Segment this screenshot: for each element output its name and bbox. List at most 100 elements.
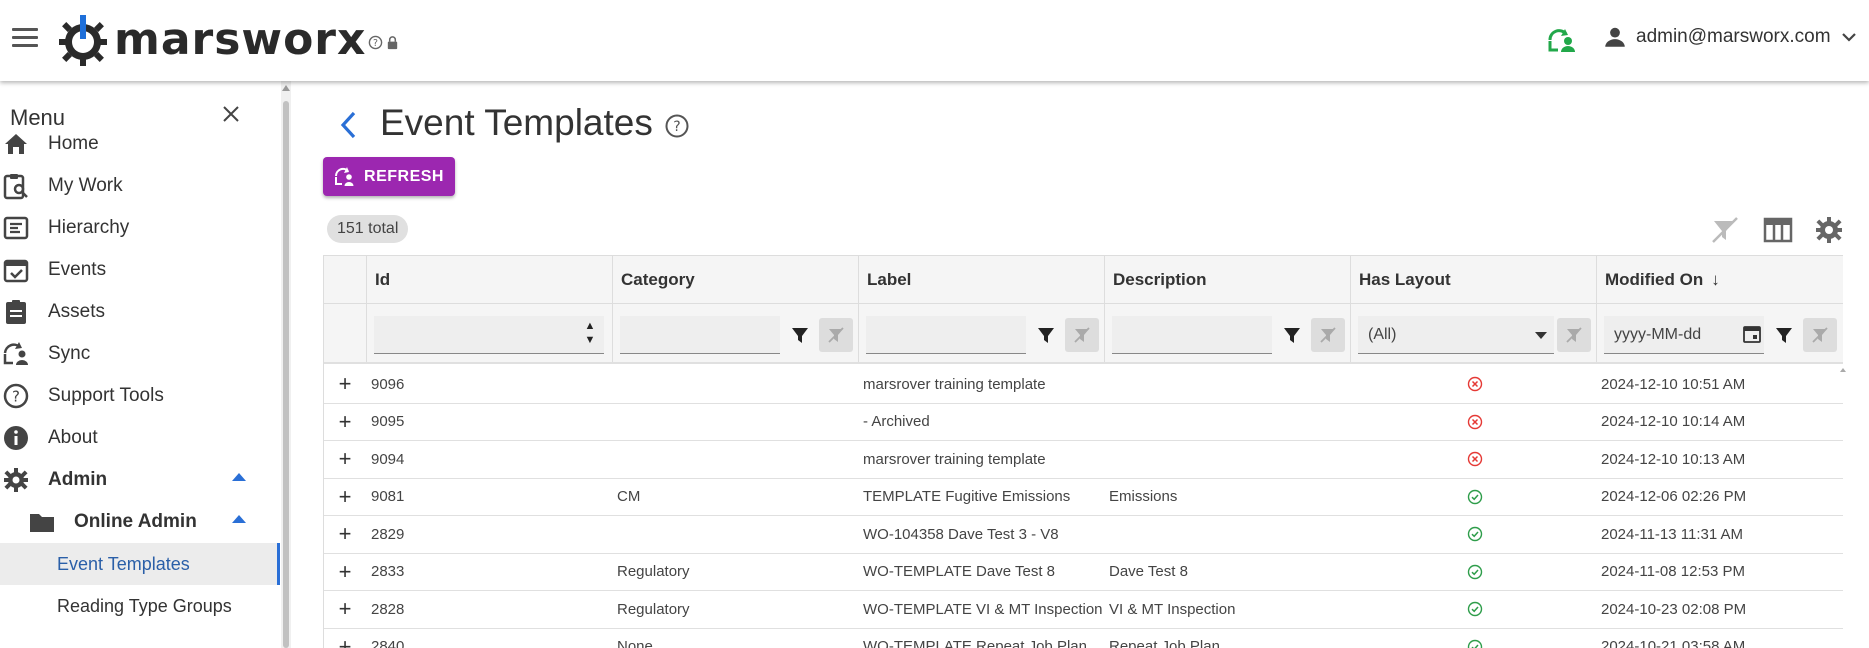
column-header-id[interactable]: Id — [367, 256, 613, 303]
column-header-modified-on[interactable]: Modified On ↓ — [1597, 256, 1843, 303]
sync-status-icon[interactable] — [1546, 26, 1578, 54]
expand-row-icon[interactable]: + — [328, 366, 362, 403]
expand-row-icon[interactable]: + — [328, 554, 362, 591]
chevron-down-icon — [1841, 33, 1856, 42]
expand-row-icon[interactable]: + — [328, 404, 362, 441]
clear-filter-icon[interactable] — [1803, 318, 1837, 352]
filter-icon[interactable] — [1767, 318, 1801, 352]
expand-row-icon[interactable]: + — [328, 516, 362, 553]
x-circle-icon — [1467, 414, 1483, 429]
columns-icon[interactable] — [1762, 214, 1794, 246]
close-icon[interactable] — [220, 103, 242, 125]
sidebar-item-hierarchy[interactable]: Hierarchy — [0, 207, 280, 249]
sidebar-item-support-tools[interactable]: ? Support Tools — [0, 375, 280, 417]
collapse-caret-icon[interactable] — [232, 515, 246, 523]
cell-id: 2829 — [371, 525, 405, 543]
expand-row-icon[interactable]: + — [328, 629, 362, 648]
column-header-label: Label — [867, 269, 912, 289]
column-header-description[interactable]: Description — [1105, 256, 1351, 303]
table-row[interactable]: +2829 WO-104358 Dave Test 3 - V8 2024-11-1… — [324, 516, 1843, 554]
user-menu[interactable]: admin@marsworx.com — [1602, 24, 1859, 50]
sidebar-item-label: Assets — [48, 301, 106, 322]
sort-desc-icon[interactable]: ↓ — [1711, 270, 1720, 290]
expand-row-icon[interactable]: + — [328, 591, 362, 628]
brand-logo[interactable]: marsworx ? — [56, 12, 400, 68]
cell-label: marsrover training template — [863, 375, 1046, 393]
clear-filter-icon[interactable] — [1065, 318, 1099, 352]
expand-filter-cell — [324, 304, 367, 362]
sidebar-scroll-thumb[interactable] — [283, 101, 289, 648]
sidebar-item-home[interactable]: Home — [0, 123, 280, 165]
sidebar-item-online-admin[interactable]: Online Admin — [0, 501, 280, 543]
table-row[interactable]: +2840 None WO-TEMPLATE Repeat Job Plan Repe… — [324, 629, 1843, 648]
svg-text:?: ? — [373, 37, 378, 48]
column-header-category[interactable]: Category — [613, 256, 859, 303]
back-arrow-icon[interactable] — [336, 108, 360, 142]
sidebar-item-admin[interactable]: Admin — [0, 459, 280, 501]
calendar-check-icon — [3, 259, 29, 283]
clear-filter-icon[interactable] — [819, 318, 853, 352]
top-bar: marsworx ? admin@marsworx.com — [0, 0, 1869, 81]
filter-icon[interactable] — [783, 318, 817, 352]
dropdown-arrow-icon[interactable] — [1535, 332, 1547, 339]
expand-row-icon[interactable]: + — [328, 479, 362, 516]
description-filter-input[interactable] — [1112, 316, 1272, 354]
clear-filters-icon[interactable] — [1709, 214, 1741, 246]
scroll-up-arrow-icon[interactable] — [282, 85, 290, 91]
sidebar-item-label: Support Tools — [48, 385, 164, 406]
x-circle-icon — [1467, 376, 1483, 392]
table-row[interactable]: +9095 - Archived 2024-12-10 10:14 AM — [324, 404, 1843, 441]
label-filter-input[interactable] — [866, 316, 1026, 354]
table-row[interactable]: +2828 Regulatory WO-TEMPLATE VI & MT Inspe… — [324, 591, 1843, 629]
filter-icon[interactable] — [1275, 318, 1309, 352]
expand-header-cell — [324, 256, 367, 303]
filter-icon[interactable] — [1029, 318, 1063, 352]
column-header-label: Id — [375, 269, 391, 289]
cell-modified: 2024-12-10 10:14 AM — [1601, 413, 1746, 431]
menu-icon[interactable] — [12, 28, 38, 48]
calendar-icon[interactable] — [1742, 324, 1762, 344]
refresh-button[interactable]: REFRESH — [323, 157, 455, 196]
category-filter-input[interactable] — [620, 316, 780, 354]
check-circle-icon — [1467, 489, 1483, 504]
date-filter-input[interactable]: yyyy-MM-dd — [1604, 316, 1764, 354]
column-header-has-layout[interactable]: Has Layout — [1351, 256, 1597, 303]
filter-cell-category — [613, 304, 859, 362]
column-header-label: Description — [1113, 269, 1207, 289]
clear-filter-icon[interactable] — [1311, 318, 1345, 352]
table-row[interactable]: +2833 Regulatory WO-TEMPLATE Dave Test 8 Da… — [324, 554, 1843, 591]
collapse-caret-icon[interactable] — [232, 473, 246, 481]
cell-id: 9095 — [371, 413, 405, 431]
has-layout-select[interactable]: (All) — [1358, 316, 1554, 354]
cell-modified: 2024-12-10 10:51 AM — [1601, 375, 1746, 393]
cell-label: WO-TEMPLATE VI & MT Inspection — [863, 600, 1103, 618]
settings-gear-icon[interactable] — [1813, 214, 1845, 246]
table-row[interactable]: +9096 marsrover training template 2024-12-… — [324, 366, 1843, 404]
clear-filter-icon[interactable] — [1557, 318, 1591, 352]
sidebar-scrollbar[interactable] — [281, 81, 291, 648]
sidebar-item-reading-type-groups[interactable]: Reading Type Groups — [0, 585, 280, 627]
number-spinner-icon[interactable]: ▲ ▼ — [584, 319, 596, 349]
grid-scroll-up-icon[interactable] — [1840, 366, 1846, 376]
brand-name: marsworx — [114, 14, 367, 65]
sidebar-item-about[interactable]: About — [0, 417, 280, 459]
cell-description: Emissions — [1109, 488, 1178, 506]
column-header-label: Modified On — [1605, 269, 1704, 289]
expand-row-icon[interactable]: + — [328, 441, 362, 478]
table-row[interactable]: +9081 CM TEMPLATE Fugitive Emissions Emissi… — [324, 479, 1843, 516]
cell-category: Regulatory — [617, 600, 690, 618]
id-filter-input[interactable] — [374, 316, 604, 354]
x-circle-icon — [1467, 451, 1483, 467]
help-icon[interactable]: ? — [664, 113, 690, 139]
page-title: Event Templates — [380, 102, 653, 143]
sidebar-item-assets[interactable]: Assets — [0, 291, 280, 333]
cell-description: Repeat Job Plan — [1109, 638, 1220, 648]
table-row[interactable]: +9094 marsrover training template 2024-12-… — [324, 441, 1843, 479]
sidebar-item-sync[interactable]: Sync — [0, 333, 280, 375]
sidebar-item-events[interactable]: Events — [0, 249, 280, 291]
sidebar-item-my-work[interactable]: My Work — [0, 165, 280, 207]
sidebar-item-event-templates[interactable]: Event Templates — [0, 543, 280, 585]
cell-modified: 2024-11-13 11:31 AM — [1601, 525, 1744, 543]
cell-modified: 2024-11-08 12:53 PM — [1601, 563, 1745, 581]
column-header-label[interactable]: Label — [859, 256, 1105, 303]
